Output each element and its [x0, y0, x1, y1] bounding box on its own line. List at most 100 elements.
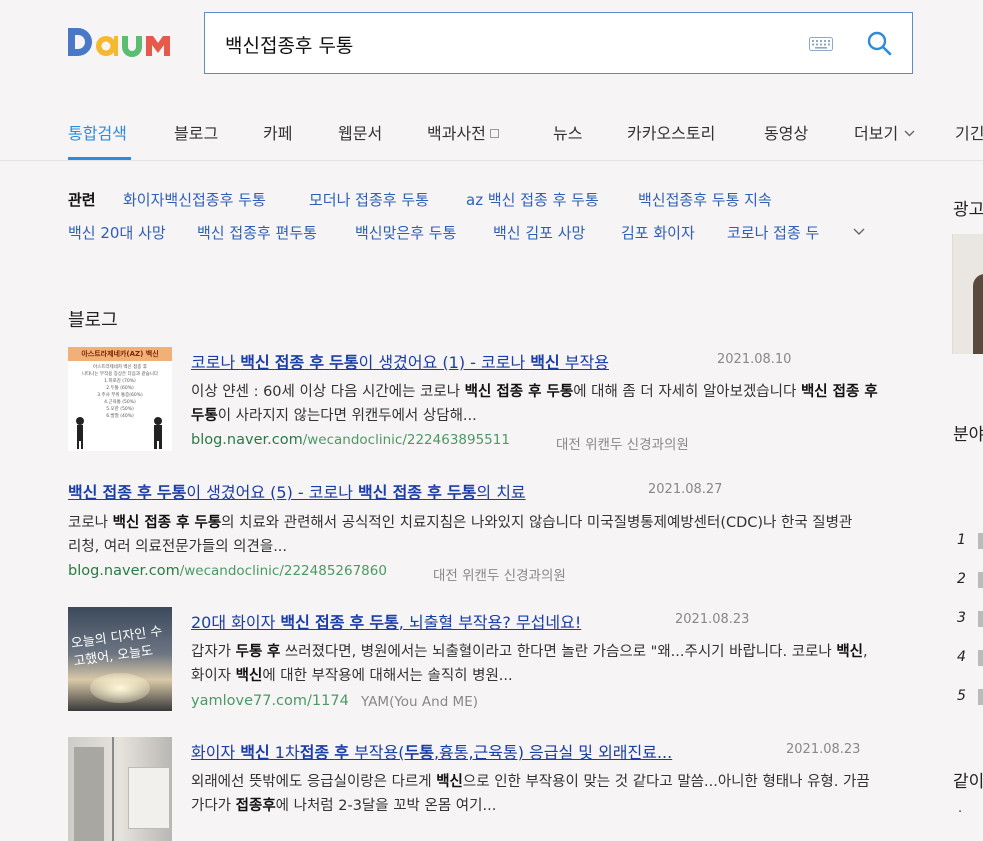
result-description: 외래에선 뜻밖에도 응급실이랑은 다르게 백신으로 인한 부작용이 맞는 것 같… [191, 770, 881, 818]
tab-period[interactable]: 기긴 [955, 120, 983, 144]
result-url[interactable]: yamlove77.com/1174 [191, 693, 349, 709]
search-icon[interactable] [865, 29, 893, 57]
keyword-highlight: 백신 [280, 613, 310, 632]
rank-number: 1 [957, 532, 966, 548]
result-title-link[interactable]: 코로나 백신 접종 후 두통이 생겼어요 (1) - 코로나 백신 부작용 [191, 349, 609, 373]
tab-encyclopedia[interactable]: 백과사전 [427, 120, 499, 144]
related-search-link[interactable]: 백신 김포 사망 [493, 222, 585, 243]
related-search-link[interactable]: 코로나 접종 두 [727, 222, 819, 243]
tab-integrated-search[interactable]: 통합검색 [68, 120, 127, 144]
thumbnail-sun [90, 673, 150, 703]
related-search-link[interactable]: 백신 20대 사망 [68, 222, 166, 243]
expand-related-chevron-icon[interactable] [853, 228, 865, 236]
search-input[interactable] [223, 27, 787, 61]
keyword-highlight: 백신 접종 후 두통 [112, 515, 222, 531]
bullet-marker: · [958, 805, 963, 820]
tab-cafe[interactable]: 카페 [263, 120, 292, 144]
keyword-highlight: 두통 [235, 644, 263, 660]
keyword-highlight: 후 [349, 613, 365, 632]
text-fragment: ,흉통,근육통) 응급실 및 외래진료... [433, 743, 673, 762]
tab-blog[interactable]: 블로그 [174, 120, 218, 144]
text-fragment: 코로나 [68, 515, 113, 531]
related-search-link[interactable]: 화이자백신접종후 두통 [123, 189, 266, 210]
related-search-link[interactable]: 백신 접종후 편두통 [197, 222, 317, 243]
thumbnail-line: 4.근육통 (50%) [104, 400, 136, 405]
keyboard-icon[interactable] [809, 37, 833, 51]
text-fragment: 부작용 [559, 353, 609, 372]
text-fragment: 이상 얀센 : 60세 이상 다음 시간에는 코로나 [191, 384, 465, 400]
related-search-link[interactable]: 백신맞은후 두통 [355, 222, 456, 243]
chevron-down-icon [904, 130, 915, 137]
result-source[interactable]: YAM(You And ME) [361, 694, 478, 710]
blog-section-title: 블로그 [68, 310, 118, 331]
keyword-highlight: 접종 [299, 743, 330, 762]
ad-image-figure [973, 274, 983, 354]
keyword-highlight: 접종 [274, 353, 305, 372]
thumbnail-line: 나타나는 부작용 증상은 다음과 같습니다 [81, 372, 159, 377]
rank-item-text[interactable] [978, 650, 983, 666]
keyword-highlight: 백신 [240, 743, 270, 762]
rank-item-text[interactable] [978, 572, 983, 588]
text-fragment: 화이자 [191, 743, 241, 762]
keyword-highlight: 백신 [836, 644, 864, 660]
sidebar-ad-image[interactable] [952, 234, 983, 354]
related-search-link[interactable]: 김포 화이자 [621, 222, 695, 243]
keyword-highlight: 두통 [404, 743, 434, 762]
keyword-highlight: 후 [137, 483, 152, 502]
related-search-link[interactable]: 모더나 접종후 두통 [309, 189, 429, 210]
thumbnail-text: 오늘의 디자인 수고했어, 오늘도 [70, 624, 164, 670]
tab-news[interactable]: 뉴스 [553, 120, 582, 144]
result-url-domain: blog.naver.com [68, 563, 180, 579]
rank-number: 3 [957, 610, 966, 626]
tab-video[interactable]: 동영상 [764, 120, 808, 144]
text-fragment: 이 사라지지 않는다면 위캔두에서 상담해... [217, 408, 477, 424]
sidebar-section-title: 같이 [953, 772, 983, 792]
keyword-highlight: 후 [334, 743, 349, 762]
result-date: 2021.08.23 [786, 742, 861, 757]
rank-number: 5 [957, 688, 966, 704]
keyword-highlight: 두통 [156, 483, 187, 502]
rank-number: 2 [957, 571, 966, 587]
result-url-path: /wecandoclinic/222463895511 [302, 432, 510, 448]
result-source[interactable]: 대전 위캔두 신경과의원 [556, 433, 689, 453]
result-url-path: /wecandoclinic/222485267860 [179, 563, 387, 579]
tab-more-label: 더보기 [854, 124, 899, 143]
keyword-highlight: 접종 [314, 613, 345, 632]
rank-item-text[interactable] [978, 533, 983, 549]
keyword-highlight: 백신 [358, 483, 388, 502]
thumbnail-caption: 아스트라제네카(AZ) 백신 [68, 347, 172, 361]
result-thumbnail[interactable] [68, 737, 172, 841]
text-fragment: 의 치료 [476, 483, 526, 502]
result-date: 2021.08.27 [648, 482, 723, 497]
text-fragment: 부작용( [348, 743, 405, 762]
thumbnail-line: 아스트라제네카 백신 접종 후 [93, 365, 147, 370]
rank-item-text[interactable] [978, 611, 983, 627]
text-fragment: 갑자가 [191, 644, 236, 660]
daum-logo[interactable] [66, 22, 178, 62]
keyword-highlight: 백신 [240, 353, 270, 372]
result-title-link[interactable]: 20대 화이자 백신 접종 후 두통, 뇌출혈 부작용? 무섭네요! [191, 609, 581, 633]
thumbnail-line: 3.주사 부위 통증(60%) [97, 393, 143, 398]
result-thumbnail[interactable]: 오늘의 디자인 수고했어, 오늘도 [68, 607, 172, 711]
tab-kakaostory[interactable]: 카카오스토리 [627, 120, 715, 144]
related-search-link[interactable]: az 백신 접종 후 두통 [466, 189, 599, 210]
keyword-highlight: 후 [266, 644, 281, 660]
result-url-path: /1174 [307, 693, 349, 709]
keyword-highlight: 두통 [369, 613, 399, 632]
result-url[interactable]: blog.naver.com/wecandoclinic/22246389551… [191, 432, 510, 448]
result-source[interactable]: 대전 위캔두 신경과의원 [433, 564, 566, 584]
result-thumbnail[interactable]: 아스트라제네카(AZ) 백신 아스트라제네카 백신 접종 후 나타나는 부작용 … [68, 347, 172, 451]
related-search-link[interactable]: 백신접종후 두통 지속 [638, 189, 772, 210]
rank-item-text[interactable] [978, 689, 983, 705]
thumbnail-figures [76, 417, 162, 449]
sidebar-ad-title: 광고 [953, 200, 983, 220]
tab-more[interactable]: 더보기 [854, 120, 915, 144]
result-title-link[interactable]: 백신 접종 후 두통이 생겼어요 (5) - 코로나 백신 접종 후 두통의 치… [68, 479, 526, 503]
text-fragment: 에 나처럼 2-3달을 꼬박 온몸 여기... [275, 798, 497, 814]
tab-web-docs[interactable]: 웹문서 [338, 120, 382, 144]
result-title-link[interactable]: 화이자 백신 1차접종 후 부작용(두통,흉통,근육통) 응급실 및 외래진료.… [191, 739, 672, 763]
result-url[interactable]: blog.naver.com/wecandoclinic/22248526786… [68, 563, 387, 579]
keyword-highlight: 백신 [436, 774, 463, 790]
related-searches-label: 관련 [68, 191, 96, 209]
thumbnail-iv-pole [112, 737, 114, 841]
